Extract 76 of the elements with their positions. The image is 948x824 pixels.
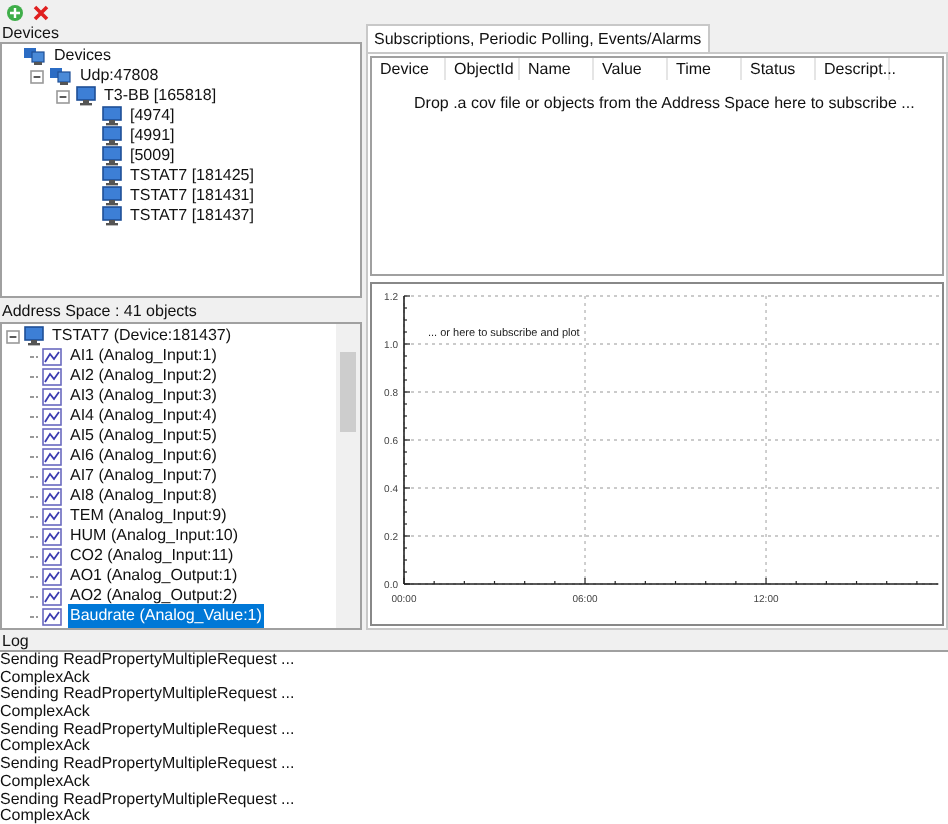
scrollbar[interactable] — [336, 324, 360, 628]
network-icon — [50, 66, 72, 86]
log-line: Sending ReadPropertyMultipleRequest ... — [0, 721, 297, 738]
object-item[interactable]: HUM (Analog_Input:10) — [68, 524, 241, 548]
object-item[interactable]: AI8 (Analog_Input:8) — [68, 484, 219, 508]
tree-item[interactable]: TSTAT7 (Device:181437) — [52, 324, 232, 348]
panel-title: Address Space : 41 objects — [0, 300, 199, 322]
chart-object-icon — [42, 547, 62, 565]
tree-item[interactable]: TSTAT7 [181437] — [130, 204, 254, 228]
tree-item[interactable]: [4974] — [130, 104, 175, 128]
log-line: ComplexAck — [0, 704, 92, 722]
chart-object-icon — [42, 387, 62, 405]
monitor-icon — [102, 166, 122, 186]
object-item[interactable]: AI4 (Analog_Input:4) — [68, 404, 219, 428]
tab[interactable]: Subscriptions, Periodic Polling, Events/Alarms — [366, 24, 710, 52]
tree-item[interactable]: [4991] — [130, 124, 175, 148]
empty-message: Drop .a cov file or objects from the Address Space here to subscribe ... — [412, 92, 917, 116]
log-line: Sending ReadPropertyMultipleRequest ... — [0, 791, 297, 808]
object-item[interactable]: AO1 (Analog_Output:1) — [68, 564, 240, 588]
column-header[interactable]: Name — [520, 58, 594, 80]
chart-object-icon — [42, 407, 62, 425]
object-item[interactable]: AO2 (Analog_Output:2) — [68, 584, 240, 608]
log-line: ComplexAck — [0, 669, 90, 686]
chart-object-icon — [42, 507, 62, 525]
chart-object-icon — [42, 607, 62, 625]
column-header[interactable]: Status — [742, 58, 816, 80]
column-header[interactable]: ObjectId — [446, 58, 520, 80]
chart-object-icon — [42, 567, 62, 585]
column-header[interactable]: Descript... — [816, 58, 890, 80]
column-header[interactable]: Device — [372, 58, 446, 80]
collapse-icon[interactable] — [30, 69, 44, 83]
monitor-icon — [102, 186, 122, 206]
tree-item[interactable]: TSTAT7 [181431] — [130, 184, 254, 208]
chart-object-icon — [42, 587, 62, 605]
tree-item[interactable]: T3-BB [165818] — [104, 84, 217, 108]
object-item[interactable]: AI2 (Analog_Input:2) — [68, 364, 219, 388]
chart-object-icon — [42, 487, 62, 505]
tree-item[interactable]: Udp:47808 — [80, 64, 159, 88]
log-line: Sending ReadPropertyMultipleRequest ... — [0, 756, 297, 774]
chart-object-icon — [42, 427, 62, 445]
object-item[interactable]: AI5 (Analog_Input:5) — [68, 424, 219, 448]
tree-item[interactable]: [5009] — [130, 144, 175, 168]
chart-object-icon — [42, 527, 62, 545]
collapse-icon[interactable] — [56, 89, 70, 103]
monitor-icon — [24, 326, 44, 346]
monitor-icon — [102, 126, 122, 146]
object-item[interactable]: AI1 (Analog_Input:1) — [68, 344, 219, 368]
object-item[interactable]: AI6 (Analog_Input:6) — [68, 444, 219, 468]
panel-title: Log — [0, 632, 31, 650]
monitor-icon — [102, 206, 122, 226]
monitor-icon — [102, 146, 122, 166]
column-header[interactable]: Value — [594, 58, 668, 80]
tree-item[interactable]: TSTAT7 [181425] — [130, 164, 254, 188]
panel-title: Devices — [0, 24, 61, 42]
object-item[interactable]: AI3 (Analog_Input:3) — [68, 384, 219, 408]
tree-item[interactable]: Devices — [54, 44, 111, 68]
network-icon — [24, 46, 46, 66]
chart-object-icon — [42, 447, 62, 465]
object-item[interactable]: Baudrate (Analog_Value:1) — [68, 604, 264, 628]
collapse-icon[interactable] — [6, 329, 20, 343]
log-line: ComplexAck — [0, 773, 90, 791]
add-icon[interactable] — [6, 3, 24, 21]
object-item[interactable]: CO2 (Analog_Input:11) — [68, 544, 236, 568]
chart-object-icon — [42, 347, 62, 365]
monitor-icon — [76, 86, 96, 106]
log-line: ComplexAck — [0, 808, 90, 824]
close-icon[interactable] — [32, 3, 50, 21]
monitor-icon — [102, 106, 122, 126]
column-header[interactable]: Time — [668, 58, 742, 80]
log-line: Sending ReadPropertyMultipleRequest ... — [0, 686, 297, 704]
chart-object-icon — [42, 367, 62, 385]
object-item[interactable]: TEM (Analog_Input:9) — [68, 504, 229, 528]
log-line: Sending ReadPropertyMultipleRequest ... — [0, 652, 297, 670]
object-item[interactable]: AI7 (Analog_Input:7) — [68, 464, 219, 488]
log-line: ComplexAck — [0, 738, 90, 756]
chart-object-icon — [42, 467, 62, 485]
